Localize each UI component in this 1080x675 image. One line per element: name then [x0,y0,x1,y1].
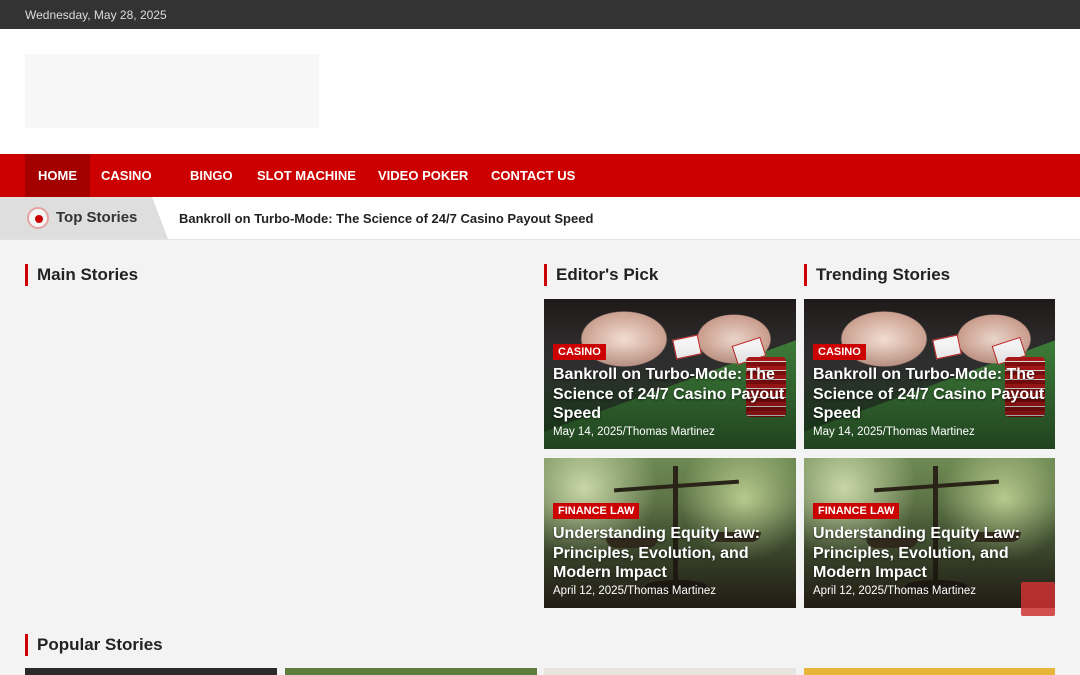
card-meta: April 12, 2025/Thomas Martinez [553,585,716,597]
popular-story-thumbnail[interactable] [804,668,1055,675]
trending-card[interactable]: FINANCE LAW Understanding Equity Law: Pr… [804,458,1055,608]
current-date: Wednesday, May 28, 2025 [25,8,167,22]
category-badge[interactable]: FINANCE LAW [813,503,900,519]
nav-item-casino[interactable]: CASINO [88,154,165,197]
card-title[interactable]: Bankroll on Turbo-Mode: The Science of 2… [813,365,1051,424]
nav-item-video-poker[interactable]: VIDEO POKER [365,154,481,197]
top-bar: Wednesday, May 28, 2025 [0,0,1080,29]
scroll-to-top-button[interactable] [1021,582,1055,616]
ticker-label-area: Top Stories [0,197,168,239]
main-nav: HOME CASINO BINGO SLOT MACHINE VIDEO POK… [0,154,1080,197]
editors-pick-card[interactable]: CASINO Bankroll on Turbo-Mode: The Scien… [544,299,796,449]
card-meta: May 14, 2025/Thomas Martinez [813,426,975,438]
section-title-editors-pick: Editor's Pick [544,264,658,286]
popular-story-thumbnail[interactable] [25,668,277,675]
card-meta: May 14, 2025/Thomas Martinez [553,426,715,438]
section-title-popular-stories: Popular Stories [25,634,163,656]
popular-story-thumbnail[interactable] [285,668,537,675]
live-dot-icon [27,207,49,229]
card-title[interactable]: Understanding Equity Law: Principles, Ev… [813,524,1051,583]
site-header [0,29,1080,154]
category-badge[interactable]: CASINO [553,344,606,360]
category-badge[interactable]: CASINO [813,344,866,360]
section-title-main-stories: Main Stories [25,264,138,286]
nav-item-bingo[interactable]: BINGO [177,154,246,197]
card-meta: April 12, 2025/Thomas Martinez [813,585,976,597]
popular-story-thumbnail[interactable] [544,668,796,675]
nav-item-home[interactable]: HOME [25,154,90,197]
card-title[interactable]: Understanding Equity Law: Principles, Ev… [553,524,791,583]
card-title[interactable]: Bankroll on Turbo-Mode: The Science of 2… [553,365,791,424]
trending-card[interactable]: CASINO Bankroll on Turbo-Mode: The Scien… [804,299,1055,449]
nav-item-contact-us[interactable]: CONTACT US [478,154,588,197]
ticker-label: Top Stories [56,209,138,226]
site-logo[interactable] [25,54,319,128]
editors-pick-card[interactable]: FINANCE LAW Understanding Equity Law: Pr… [544,458,796,608]
nav-item-slot-machine[interactable]: SLOT MACHINE [244,154,369,197]
section-title-trending-stories: Trending Stories [804,264,950,286]
ticker-headline[interactable]: Bankroll on Turbo-Mode: The Science of 2… [179,211,593,226]
category-badge[interactable]: FINANCE LAW [553,503,640,519]
top-stories-ticker: Top Stories Bankroll on Turbo-Mode: The … [0,197,1080,240]
